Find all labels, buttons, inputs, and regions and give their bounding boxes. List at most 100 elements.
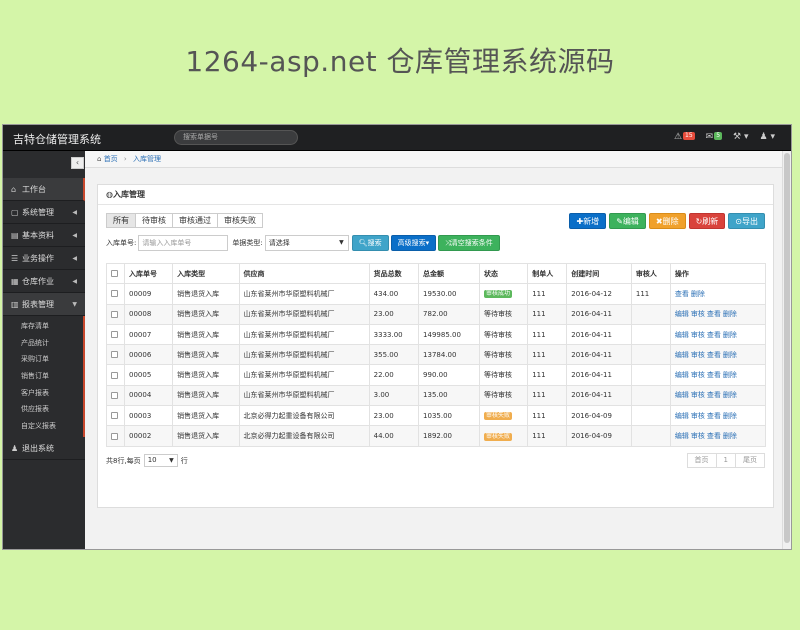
sidebar-subitem-product-stats[interactable]: 产品统计 [3,335,83,352]
audit-link[interactable]: 审核 [691,391,705,399]
sidebar-subitem-sales-orders[interactable]: 销售订单 [3,368,83,385]
row-select-cell[interactable] [106,283,125,305]
sidebar-item-logout[interactable]: ♟ 退出系统 [3,437,85,460]
col-created[interactable]: 创建时间 [566,262,632,285]
edit-link[interactable]: 编辑 [675,432,689,440]
delete-button[interactable]: ✖删除 [648,213,686,229]
audit-link[interactable]: 审核 [691,371,705,379]
view-link[interactable]: 查看 [707,351,721,359]
alert-button[interactable]: ⚠ 15 [674,132,695,142]
col-status[interactable]: 状态 [479,262,529,285]
first-page-button[interactable]: 首页 [686,453,717,468]
search-button[interactable]: 🔍︎搜索 [351,234,389,251]
row-select-cell[interactable] [106,344,125,366]
delete-link[interactable]: 删除 [723,331,737,339]
page-size-select[interactable]: 10 ▼ [143,454,178,467]
delete-link[interactable]: 删除 [723,412,737,420]
sidebar-subitem-supplier-report[interactable]: 供应报表 [3,401,83,418]
edit-link[interactable]: 编辑 [675,351,689,359]
add-button[interactable]: ✚新增 [569,213,607,229]
col-order-no[interactable]: 入库单号 [123,262,174,285]
view-link[interactable]: 查看 [707,310,721,318]
sidebar-item-system[interactable]: ▢ 系统管理 ◀ [3,201,85,224]
tab-all[interactable]: 所有 [106,213,136,228]
page-number-button[interactable]: 1 [715,453,736,468]
table-row[interactable]: 00002 销售退货入库 北京必得力起重设备有限公司 44.00 1892.00 审核失败… [106,425,767,447]
page-scrollbar[interactable] [782,151,791,549]
table-row[interactable]: 00008 销售退货入库 山东省莱州市华原塑料机械厂 23.00 782.00 等待审核 1… [106,303,767,325]
table-row[interactable]: 00009 销售退货入库 山东省莱州市华原塑料机械厂 434.00 19530.00 审核… [106,283,767,305]
refresh-button[interactable]: ↻刷新 [688,213,726,229]
delete-link[interactable]: 删除 [723,432,737,440]
sidebar-item-reports[interactable]: ▥ 报表管理 ▼ [3,293,85,316]
edit-link[interactable]: 编辑 [675,371,689,379]
select-all-cell[interactable] [106,262,125,285]
sidebar-subitem-inventory[interactable]: 库存清单 [3,318,83,335]
sidebar-item-warehouse[interactable]: ▦ 仓库作业 ◀ [3,270,85,293]
clear-filter-button[interactable]: ⤨清空搜索条件 [438,234,500,251]
delete-link[interactable]: 删除 [723,351,737,359]
advanced-search-button[interactable]: 高级搜索▾ [390,234,437,251]
row-checkbox[interactable] [111,391,118,399]
table-row[interactable]: 00004 销售退货入库 山东省莱州市华原塑料机械厂 3.00 135.00 等待审核 11… [106,384,767,407]
doc-type-select[interactable]: 请选择 ▼ [264,234,349,251]
delete-link[interactable]: 删除 [723,371,737,379]
breadcrumb-current[interactable]: 入库管理 [133,155,161,163]
select-all-checkbox[interactable] [111,270,118,278]
table-row[interactable]: 00005 销售退货入库 山东省莱州市华原塑料机械厂 22.00 990.00 等待审核 1… [106,364,767,386]
col-amount[interactable]: 总金额 [418,262,481,285]
sidebar-subitem-customer-report[interactable]: 客户报表 [3,385,83,402]
delete-link[interactable]: 删除 [691,290,705,298]
audit-link[interactable]: 审核 [691,310,705,318]
view-link[interactable]: 查看 [707,432,721,440]
row-checkbox[interactable] [111,310,118,318]
table-row[interactable]: 00006 销售退货入库 山东省莱州市华原塑料机械厂 355.00 13784.00 等待… [106,344,767,366]
edit-button[interactable]: ✎编辑 [609,213,646,229]
col-type[interactable]: 入库类型 [172,262,240,285]
col-auditor[interactable]: 审核人 [630,262,671,285]
row-checkbox[interactable] [111,432,118,440]
view-link[interactable]: 查看 [675,290,689,298]
user-menu-button[interactable]: ♟ ▾ [760,132,775,142]
sidebar-item-basic-data[interactable]: ▤ 基本资料 ◀ [3,224,85,247]
row-checkbox[interactable] [111,371,118,379]
sidebar-item-workbench[interactable]: ⌂ 工作台 [3,178,85,201]
row-checkbox[interactable] [111,412,118,420]
order-no-input[interactable]: 请输入入库单号 [138,234,229,251]
delete-link[interactable]: 删除 [723,391,737,399]
row-select-cell[interactable] [106,405,125,427]
col-maker[interactable]: 制单人 [527,262,568,285]
edit-link[interactable]: 编辑 [675,412,689,420]
row-select-cell[interactable] [106,303,125,325]
audit-link[interactable]: 审核 [691,331,705,339]
tab-approved[interactable]: 审核通过 [172,213,218,228]
edit-link[interactable]: 编辑 [675,310,689,318]
row-checkbox[interactable] [111,351,118,359]
mail-button[interactable]: ✉ 5 [706,132,723,142]
sidebar-item-business[interactable]: ☰ 业务操作 ◀ [3,247,85,270]
view-link[interactable]: 查看 [707,331,721,339]
row-select-cell[interactable] [106,384,125,407]
row-select-cell[interactable] [106,425,125,447]
view-link[interactable]: 查看 [707,412,721,420]
table-row[interactable]: 00007 销售退货入库 山东省莱州市华原塑料机械厂 3333.00 149985.00… [106,323,767,346]
breadcrumb-home[interactable]: 首页 [104,155,118,163]
export-button[interactable]: ⊙导出 [728,213,765,229]
sidebar-subitem-custom-report[interactable]: 自定义报表 [3,418,83,435]
audit-link[interactable]: 审核 [691,351,705,359]
table-row[interactable]: 00003 销售退货入库 北京必得力起重设备有限公司 23.00 1035.00 审核失败… [106,405,767,427]
row-checkbox[interactable] [111,290,118,298]
edit-link[interactable]: 编辑 [675,391,689,399]
row-checkbox[interactable] [111,331,118,339]
tab-pending[interactable]: 待审核 [135,213,173,228]
last-page-button[interactable]: 尾页 [735,453,765,468]
search-input[interactable]: 搜索单据号 [174,130,298,145]
col-supplier[interactable]: 供应商 [238,262,370,285]
sidebar-collapse-button[interactable]: ‹ [71,157,84,169]
audit-link[interactable]: 审核 [691,412,705,420]
tab-rejected[interactable]: 审核失败 [217,213,263,228]
col-qty[interactable]: 货品总数 [368,262,420,285]
delete-link[interactable]: 删除 [723,310,737,318]
sidebar-subitem-purchase-orders[interactable]: 采购订单 [3,351,83,368]
row-select-cell[interactable] [106,364,125,386]
